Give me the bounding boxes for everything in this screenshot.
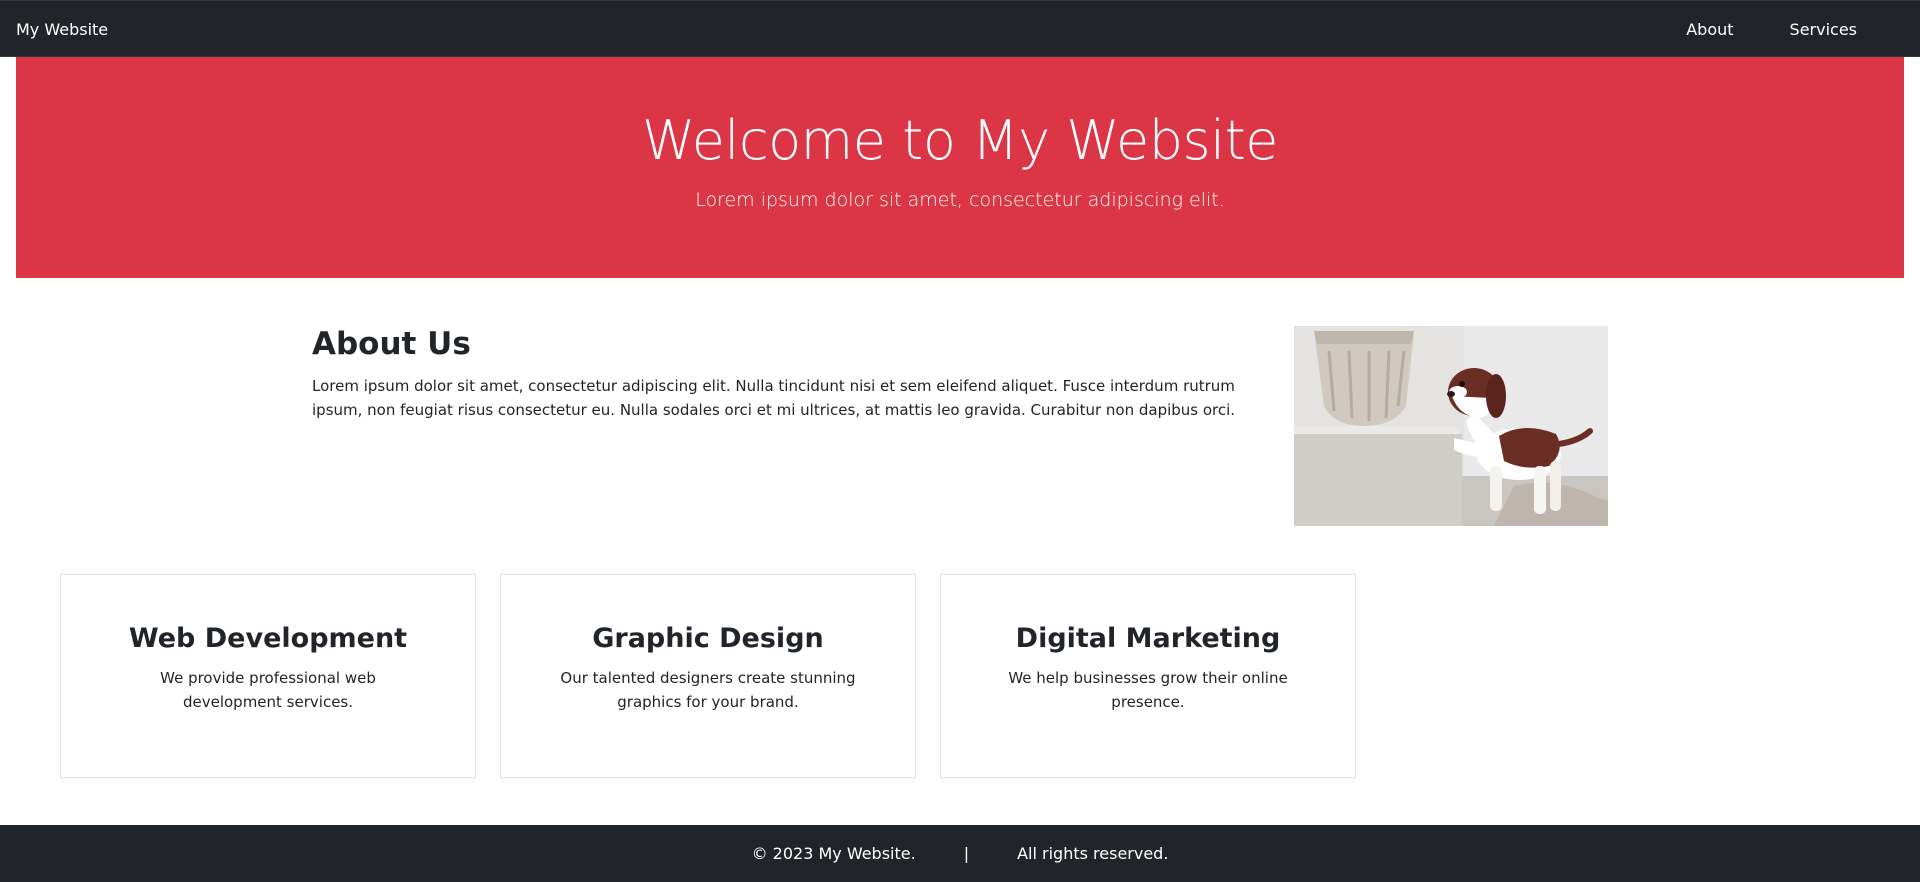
hero-title: Welcome to My Website	[641, 109, 1279, 172]
service-card-text: Our talented designers create stunning g…	[560, 669, 856, 711]
site-footer: © 2023 My Website. | All rights reserved…	[0, 825, 1920, 882]
service-card-graphic-design: Graphic Design Our talented designers cr…	[500, 574, 916, 778]
about-text: Lorem ipsum dolor sit amet, consectetur …	[312, 377, 1236, 419]
footer-rights: All rights reserved.	[1017, 844, 1169, 863]
footer-copyright: © 2023 My Website.	[751, 844, 916, 863]
service-card-digital-marketing: Digital Marketing We help businesses gro…	[940, 574, 1356, 778]
nav-link-services[interactable]: Services	[1790, 20, 1857, 39]
service-card-title: Digital Marketing	[1015, 623, 1281, 654]
about-heading: About Us	[312, 326, 471, 362]
puppy-illustration	[1294, 326, 1608, 526]
service-card-web-development: Web Development We provide professional …	[60, 574, 476, 778]
service-card-text: We help businesses grow their online pre…	[1008, 669, 1288, 711]
hero-banner: Welcome to My Website Lorem ipsum dolor …	[16, 57, 1904, 278]
nav-links: About Services	[1686, 1, 1920, 58]
footer-separator: |	[963, 844, 970, 863]
nav-link-about[interactable]: About	[1686, 20, 1733, 39]
service-card-title: Web Development	[128, 623, 408, 654]
hero-subtitle: Lorem ipsum dolor sit amet, consectetur …	[695, 189, 1225, 211]
top-navbar: My Website About Services	[0, 0, 1920, 57]
service-card-text: We provide professional web development …	[160, 669, 376, 711]
footer-content: © 2023 My Website. | All rights reserved…	[0, 825, 1920, 882]
brand-link[interactable]: My Website	[16, 20, 108, 39]
puppy-photo	[1294, 326, 1608, 526]
service-card-title: Graphic Design	[592, 623, 824, 654]
